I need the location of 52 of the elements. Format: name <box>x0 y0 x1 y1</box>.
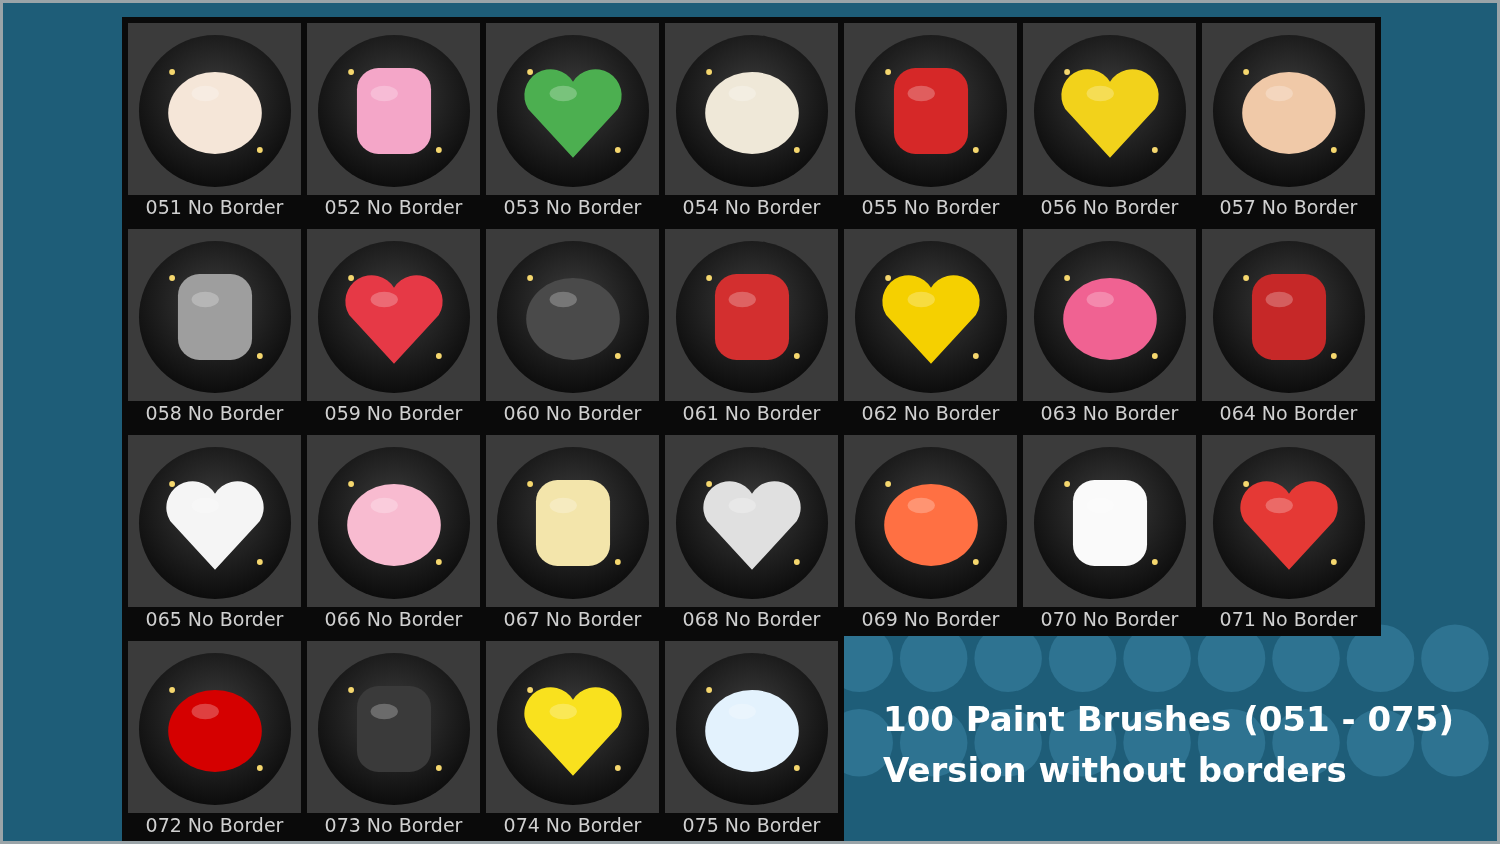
brush-label: 051 No Border <box>145 197 284 217</box>
brush-tile[interactable]: 064 No Border <box>1202 229 1375 425</box>
brush-label: 070 No Border <box>1040 609 1179 629</box>
brush-tile[interactable]: 066 No Border <box>307 435 480 631</box>
brush-label: 060 No Border <box>503 403 642 423</box>
brush-label: 056 No Border <box>1040 197 1179 217</box>
brush-label: 057 No Border <box>1219 197 1358 217</box>
brush-tile[interactable]: 069 No Border <box>844 435 1017 631</box>
brush-label: 052 No Border <box>324 197 463 217</box>
brush-tile[interactable]: 061 No Border <box>665 229 838 425</box>
brush-tile[interactable]: 075 No Border <box>665 641 838 837</box>
brush-tile[interactable]: 063 No Border <box>1023 229 1196 425</box>
brush-tile[interactable]: 070 No Border <box>1023 435 1196 631</box>
brush-label: 062 No Border <box>861 403 1000 423</box>
brush-label: 074 No Border <box>503 815 642 835</box>
brush-tile[interactable]: 055 No Border <box>844 23 1017 219</box>
brush-label: 064 No Border <box>1219 403 1358 423</box>
brush-tile[interactable]: 062 No Border <box>844 229 1017 425</box>
brush-label: 061 No Border <box>682 403 821 423</box>
brush-label: 075 No Border <box>682 815 821 835</box>
brush-label: 072 No Border <box>145 815 284 835</box>
brush-label: 065 No Border <box>145 609 284 629</box>
brush-tile[interactable]: 052 No Border <box>307 23 480 219</box>
brush-tile[interactable]: 072 No Border <box>128 641 301 837</box>
brush-label: 067 No Border <box>503 609 642 629</box>
brush-tile[interactable]: 060 No Border <box>486 229 659 425</box>
brush-label: 053 No Border <box>503 197 642 217</box>
brush-label: 058 No Border <box>145 403 284 423</box>
brush-tile[interactable]: 058 No Border <box>128 229 301 425</box>
brush-tile[interactable]: 073 No Border <box>307 641 480 837</box>
brush-tile[interactable]: 056 No Border <box>1023 23 1196 219</box>
brush-label: 063 No Border <box>1040 403 1179 423</box>
brush-label: 073 No Border <box>324 815 463 835</box>
caption-subtitle: Version without borders <box>883 748 1348 791</box>
caption-title: 100 Paint Brushes (051 - 075) <box>883 698 1454 741</box>
brush-tile[interactable]: 054 No Border <box>665 23 838 219</box>
brush-tile[interactable]: 071 No Border <box>1202 435 1375 631</box>
brush-label: 054 No Border <box>682 197 821 217</box>
brush-tile[interactable]: 068 No Border <box>665 435 838 631</box>
brush-tile[interactable]: 065 No Border <box>128 435 301 631</box>
brush-tile[interactable]: 053 No Border <box>486 23 659 219</box>
brush-label: 068 No Border <box>682 609 821 629</box>
brush-tile[interactable]: 067 No Border <box>486 435 659 631</box>
brush-label: 069 No Border <box>861 609 1000 629</box>
brush-label: 055 No Border <box>861 197 1000 217</box>
brush-label: 059 No Border <box>324 403 463 423</box>
brush-tile[interactable]: 051 No Border <box>128 23 301 219</box>
brush-label: 071 No Border <box>1219 609 1358 629</box>
brush-tile[interactable]: 057 No Border <box>1202 23 1375 219</box>
brush-tile[interactable]: 074 No Border <box>486 641 659 837</box>
brush-label: 066 No Border <box>324 609 463 629</box>
brush-tile[interactable]: 059 No Border <box>307 229 480 425</box>
